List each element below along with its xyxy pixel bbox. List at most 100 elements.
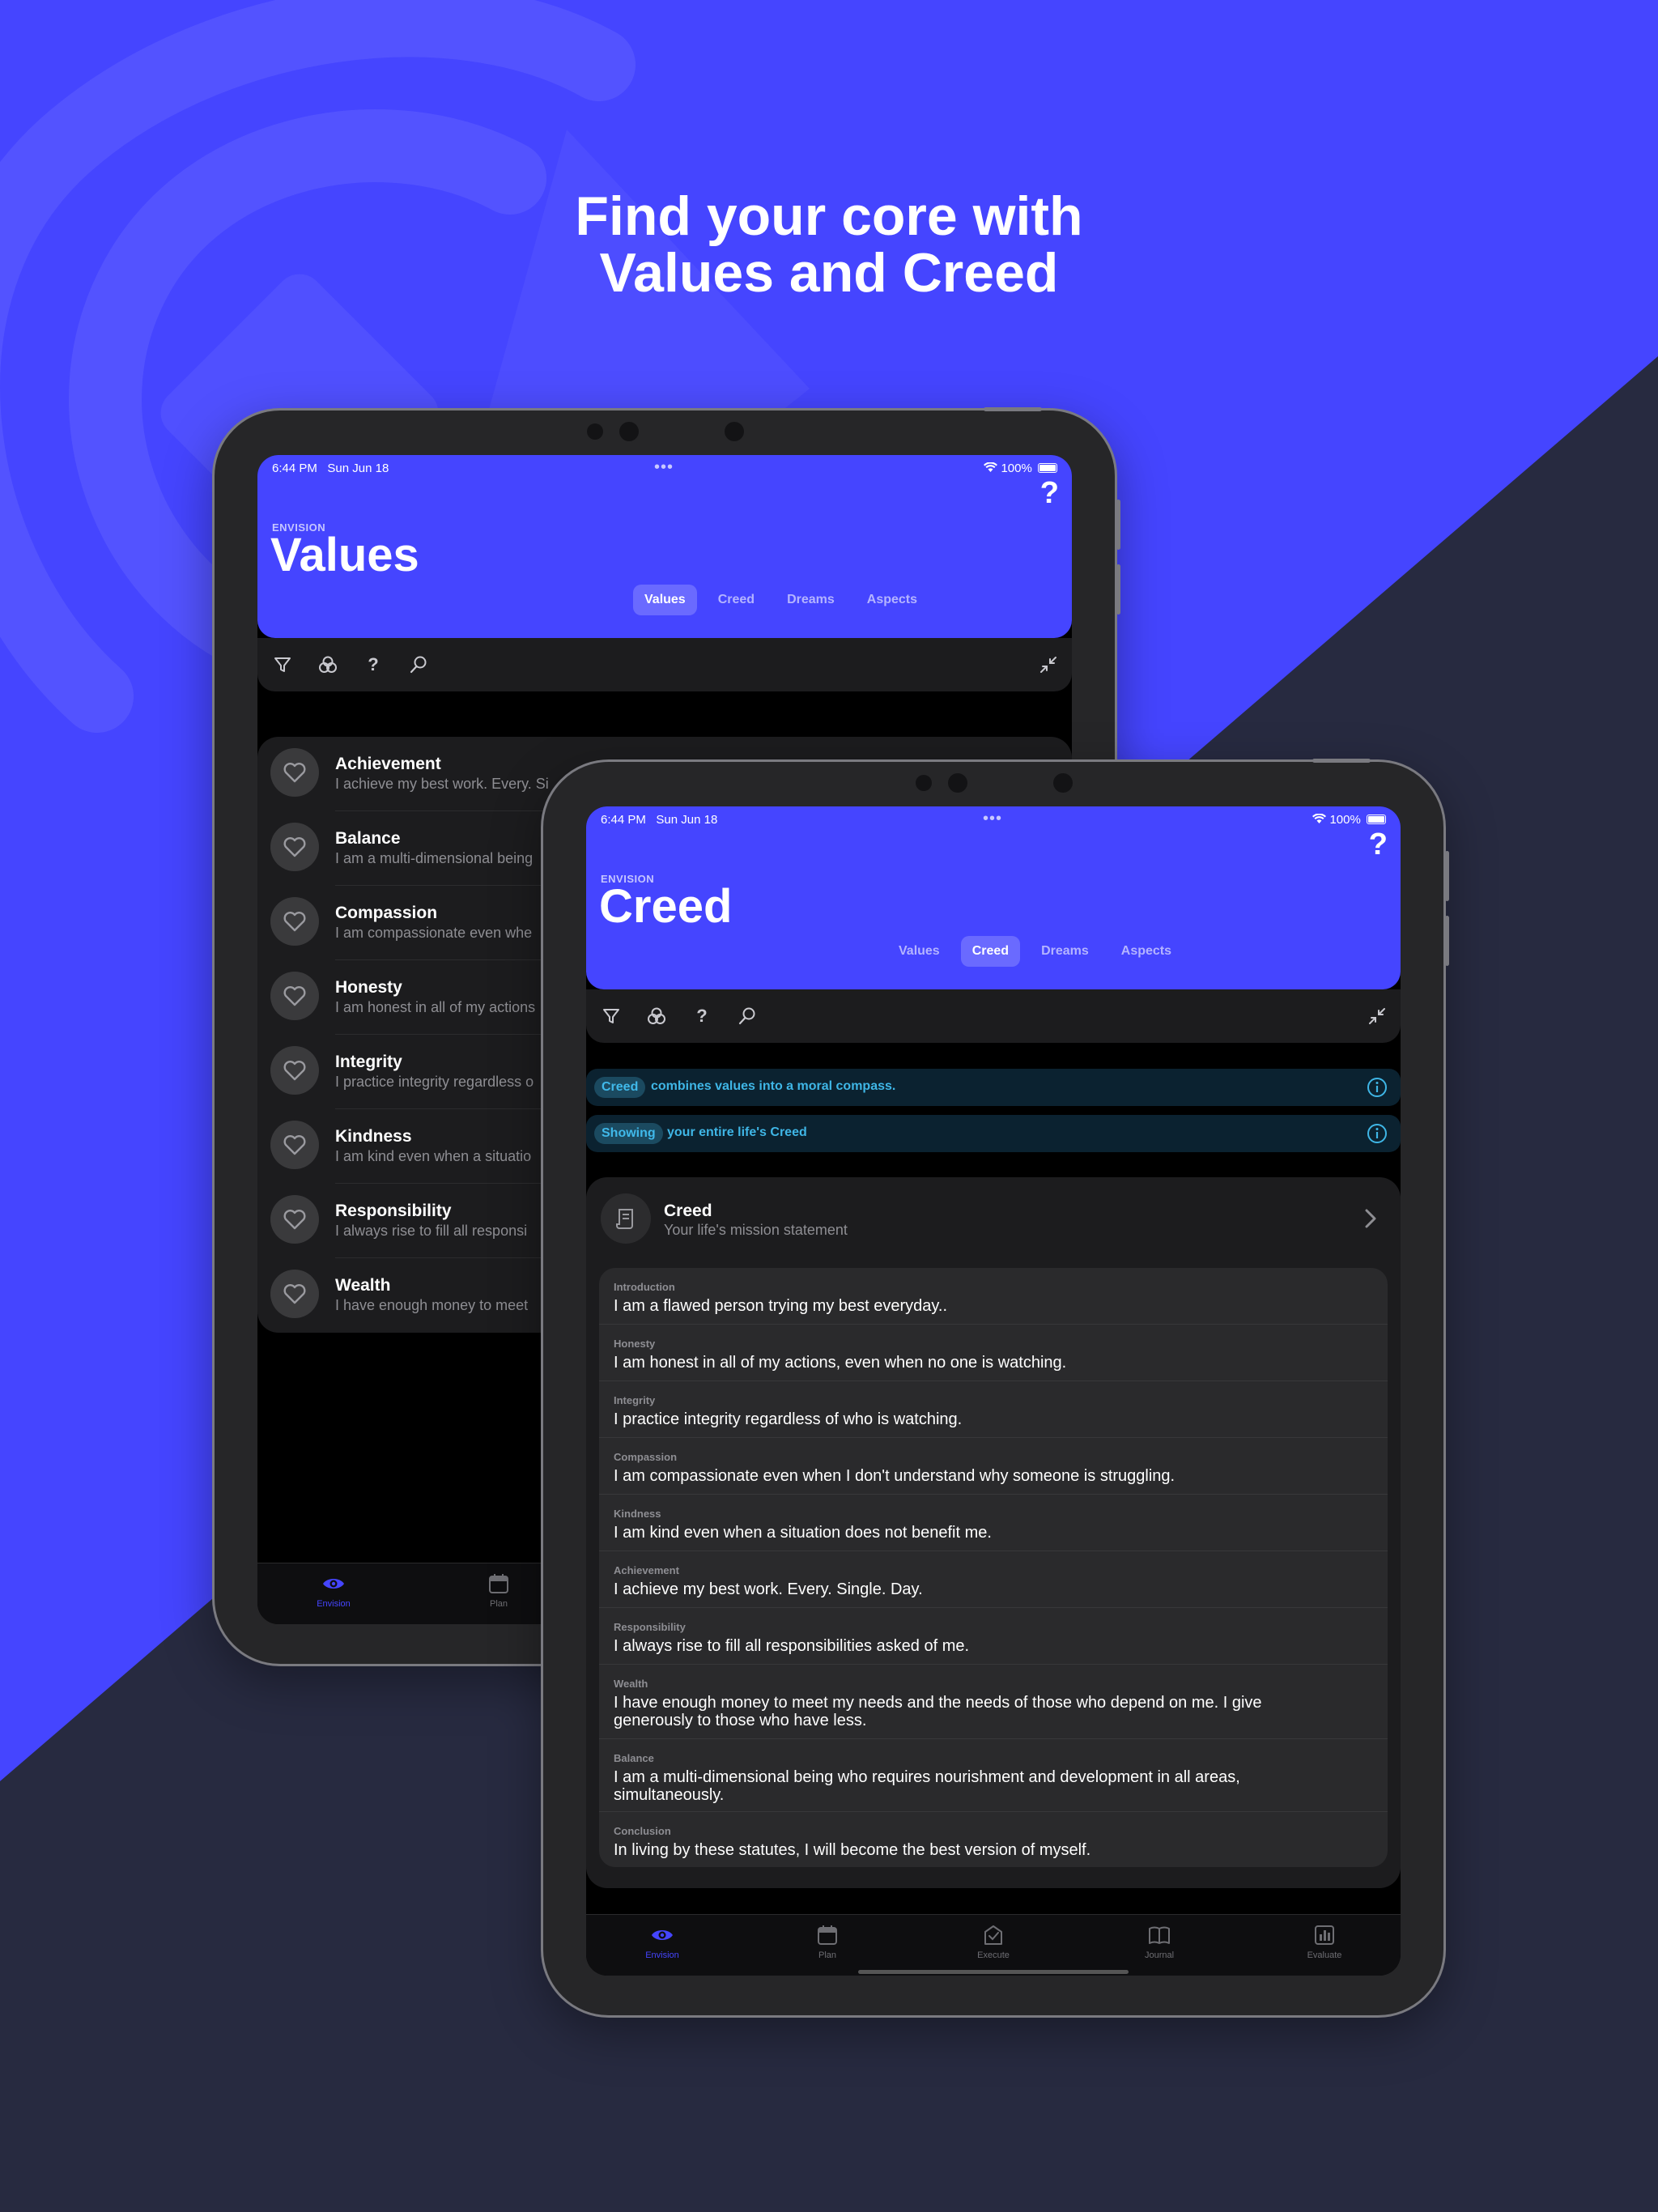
tab-creed[interactable]: Creed	[960, 936, 1021, 967]
statement-label: Kindness	[614, 1508, 661, 1520]
tabbar-label: Execute	[977, 1950, 1010, 1960]
headline-line-2: Values and Creed	[599, 242, 1059, 304]
tab-values[interactable]: Values	[887, 936, 951, 967]
filter-icon[interactable]	[601, 1006, 622, 1027]
value-title: Responsibility	[335, 1202, 452, 1220]
tabbar-label: Journal	[1144, 1950, 1175, 1960]
tab-aspects[interactable]: Aspects	[1110, 936, 1183, 967]
statement-label: Conclusion	[614, 1825, 671, 1837]
headline-line-1: Find your core with	[575, 185, 1083, 247]
info-icon[interactable]	[1367, 1077, 1388, 1098]
tabbar-journal[interactable]: Journal	[1111, 1923, 1208, 1960]
status-time: 6:44 PM	[601, 813, 646, 827]
home-indicator[interactable]	[858, 1970, 1129, 1974]
heart-icon[interactable]	[270, 823, 319, 871]
statement-row[interactable]: Achievement I achieve my best work. Ever…	[599, 1551, 1388, 1608]
segment-tabs: Values Creed Dreams Aspects	[633, 585, 929, 615]
heart-icon[interactable]	[270, 1270, 319, 1318]
statement-row[interactable]: Introduction I am a flawed person trying…	[599, 1268, 1388, 1325]
camera	[948, 773, 967, 793]
tab-creed[interactable]: Creed	[707, 585, 766, 615]
battery-percent: 100%	[1001, 462, 1032, 475]
value-subtitle: I am compassionate even whe	[335, 925, 533, 941]
tab-dreams[interactable]: Dreams	[1030, 936, 1100, 967]
value-title: Integrity	[335, 1053, 402, 1071]
statement-row[interactable]: Honesty I am honest in all of my actions…	[599, 1325, 1388, 1381]
info-icon[interactable]	[1367, 1123, 1388, 1144]
filter-icon[interactable]	[272, 654, 293, 675]
volume-up-button	[1116, 500, 1120, 550]
statement-label: Responsibility	[614, 1621, 686, 1633]
multitask-dots[interactable]: •••	[983, 810, 1002, 828]
heart-icon[interactable]	[270, 1121, 319, 1169]
statement-text: I achieve my best work. Every. Single. D…	[614, 1580, 923, 1598]
statement-text: I am honest in all of my actions, even w…	[614, 1354, 1067, 1372]
statement-label: Introduction	[614, 1281, 675, 1293]
value-title: Wealth	[335, 1276, 391, 1295]
value-title: Compassion	[335, 904, 438, 922]
tabbar-plan[interactable]: Plan	[779, 1923, 876, 1960]
wifi-icon	[1312, 813, 1327, 823]
tab-values[interactable]: Values	[633, 585, 697, 615]
value-subtitle: I achieve my best work. Every. Si	[335, 776, 549, 792]
camera	[619, 422, 639, 441]
tabbar-plan[interactable]: Plan	[450, 1572, 547, 1609]
statement-row[interactable]: Wealth I have enough money to meet my ne…	[599, 1665, 1388, 1739]
tabbar-execute[interactable]: Execute	[945, 1923, 1042, 1960]
calendar-icon	[818, 1925, 837, 1945]
scroll-icon	[601, 1193, 651, 1244]
help-button[interactable]: ?	[1369, 827, 1388, 862]
page-title: Values	[270, 529, 419, 581]
statement-label: Wealth	[614, 1678, 648, 1690]
statement-row[interactable]: Kindness I am kind even when a situation…	[599, 1495, 1388, 1551]
value-subtitle: I practice integrity regardless o	[335, 1074, 534, 1090]
value-subtitle: I have enough money to meet	[335, 1297, 529, 1313]
statement-label: Balance	[614, 1752, 654, 1764]
statement-text: I am compassionate even when I don't und…	[614, 1467, 1175, 1485]
statement-row[interactable]: Compassion I am compassionate even when …	[599, 1438, 1388, 1495]
statement-row[interactable]: Responsibility I always rise to fill all…	[599, 1608, 1388, 1665]
tabbar-envision[interactable]: Envision	[285, 1572, 382, 1609]
value-title: Balance	[335, 829, 401, 848]
info-text: your entire life's Creed	[667, 1125, 807, 1139]
heart-icon[interactable]	[270, 972, 319, 1020]
statement-label: Integrity	[614, 1394, 656, 1406]
tabbar-label: Plan	[489, 1599, 508, 1609]
creed-card-title: Creed	[664, 1202, 712, 1220]
camera	[587, 423, 603, 440]
chevron-right-icon[interactable]	[1363, 1208, 1378, 1229]
tab-aspects[interactable]: Aspects	[856, 585, 929, 615]
help-icon[interactable]: ?	[691, 1006, 712, 1027]
statement-label: Compassion	[614, 1451, 678, 1463]
aspects-icon[interactable]	[646, 1006, 667, 1027]
statement-text: I am kind even when a situation does not…	[614, 1524, 992, 1542]
heart-icon[interactable]	[270, 748, 319, 797]
help-icon[interactable]: ?	[363, 654, 384, 675]
tabbar-label: Envision	[317, 1599, 351, 1609]
collapse-icon[interactable]	[1367, 1006, 1388, 1027]
search-icon[interactable]	[408, 654, 429, 675]
tabbar-envision[interactable]: Envision	[614, 1923, 711, 1960]
help-button[interactable]: ?	[1040, 476, 1059, 511]
value-title: Honesty	[335, 978, 402, 997]
statement-text: I always rise to fill all responsibiliti…	[614, 1637, 970, 1655]
statement-row[interactable]: Conclusion In living by these statutes, …	[599, 1812, 1388, 1867]
tab-dreams[interactable]: Dreams	[776, 585, 846, 615]
statement-text: In living by these statutes, I will beco…	[614, 1841, 1091, 1859]
statement-row[interactable]: Balance I am a multi-dimensional being w…	[599, 1739, 1388, 1812]
info-pill: Showing	[594, 1123, 663, 1144]
search-icon[interactable]	[737, 1006, 758, 1027]
statement-row[interactable]: Integrity I practice integrity regardles…	[599, 1381, 1388, 1438]
heart-icon[interactable]	[270, 1046, 319, 1095]
collapse-icon[interactable]	[1038, 654, 1059, 675]
wifi-icon	[984, 462, 998, 472]
tabbar-label: Evaluate	[1307, 1950, 1342, 1960]
toolbar: ?	[586, 989, 1401, 1043]
heart-icon[interactable]	[270, 897, 319, 946]
aspects-icon[interactable]	[317, 654, 338, 675]
camera	[916, 775, 932, 791]
heart-icon[interactable]	[270, 1195, 319, 1244]
multitask-dots[interactable]: •••	[654, 458, 674, 477]
toolbar: ?	[257, 638, 1072, 691]
tabbar-evaluate[interactable]: Evaluate	[1276, 1923, 1373, 1960]
